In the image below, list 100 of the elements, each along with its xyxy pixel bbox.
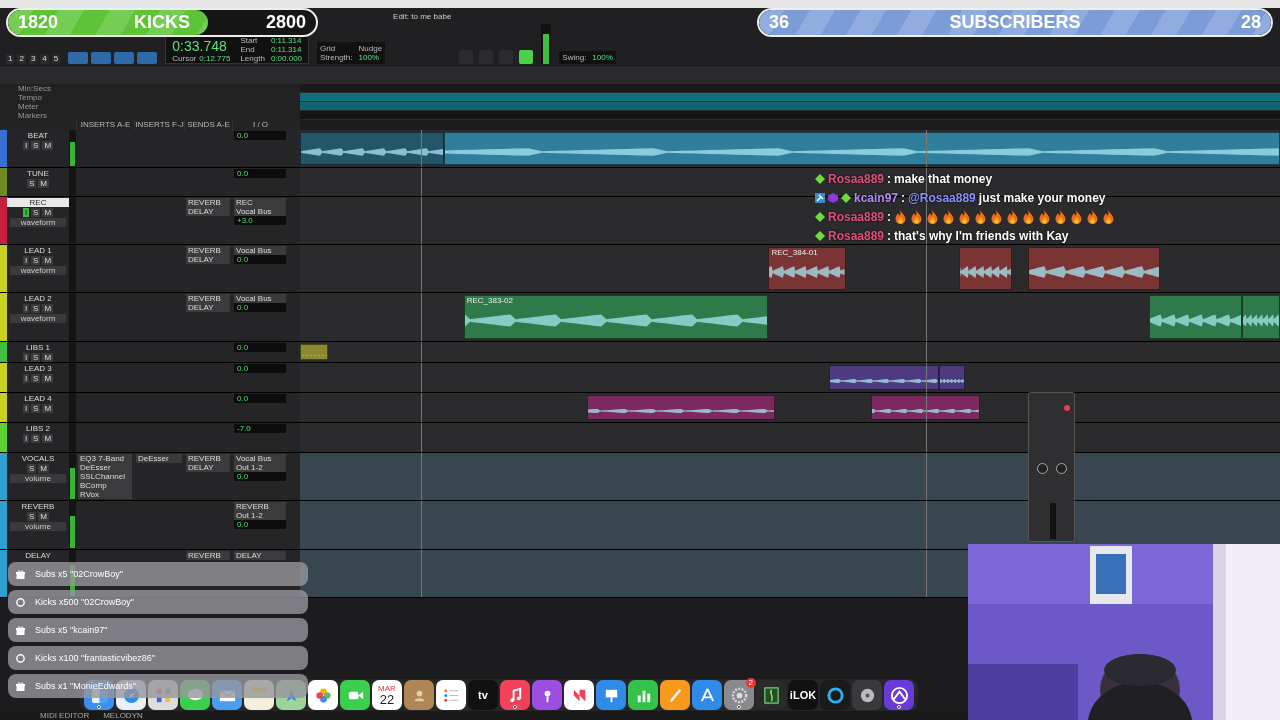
send-slot[interactable]: REVERB (186, 294, 230, 303)
track-toggle-button[interactable]: S (27, 512, 37, 521)
audio-clip[interactable] (938, 365, 966, 390)
audio-clip[interactable] (300, 132, 445, 165)
view-dropdown[interactable]: volume (10, 522, 66, 531)
track-toggle-button[interactable]: S (31, 304, 41, 313)
ilok-app-icon[interactable]: iLOK (788, 680, 818, 710)
audio-clip[interactable]: REC_383-02 (463, 295, 769, 339)
track-toggle-button[interactable]: S (31, 141, 41, 150)
track-toggle-button[interactable]: M (42, 141, 54, 150)
chat-username[interactable]: Rosaa889 (828, 172, 885, 186)
send-slot[interactable]: REVERB (186, 246, 230, 255)
send-slot[interactable]: DELAY (186, 303, 230, 312)
io-selector[interactable]: REVERB (234, 502, 286, 511)
ring-icon[interactable] (820, 680, 850, 710)
track-toggle-button[interactable]: M (38, 179, 49, 188)
edit-tool-icon[interactable] (68, 52, 89, 64)
track-toggle-button[interactable]: S (31, 353, 41, 362)
track-toggle-button[interactable]: S (31, 374, 41, 383)
insert-slot[interactable]: DeEsser (136, 454, 182, 463)
track-toggle-button[interactable]: I (22, 256, 30, 265)
track-toggle-button[interactable]: M (42, 256, 54, 265)
track-header[interactable]: LEAD 1 I S M waveform REVERB DELAY Vocal Bus 0.0 (0, 245, 300, 292)
music-note-icon[interactable] (500, 680, 530, 710)
video-camera-icon[interactable] (340, 680, 370, 710)
track-header[interactable]: LEAD 3 I S M 0.0 (0, 363, 300, 392)
send-slot[interactable]: REVERB (186, 551, 230, 560)
track-toggle-button[interactable]: S (27, 179, 37, 188)
io-selector[interactable]: Out 1-2 (234, 511, 286, 520)
track-header[interactable]: TUNE S M 0.0 (0, 168, 300, 196)
send-slot[interactable]: DELAY (186, 463, 230, 472)
track-header[interactable]: LEAD 4 I S M 0.0 (0, 393, 300, 422)
send-slot[interactable]: DELAY (186, 255, 230, 264)
track-header[interactable]: VOCALS S M volume EQ3 7-Band DeEsser SSLChannel BComp RVox DeEsser REVERB DELAY Vocal Bus Out 1-2 0.0 (0, 453, 300, 500)
io-selector[interactable]: Vocal Bus (234, 246, 286, 255)
track-header[interactable]: REVERB S M volume REVERB Out 1-2 0.0 (0, 501, 300, 549)
zoom-preset-button[interactable]: 3 (28, 54, 38, 64)
audio-clip[interactable] (1241, 295, 1280, 339)
track-toggle-button[interactable]: S (31, 404, 41, 413)
track-toggle-button[interactable]: I (22, 404, 30, 413)
track-toggle-button[interactable]: I (22, 353, 30, 362)
view-dropdown[interactable]: waveform (10, 266, 66, 275)
track-toggle-button[interactable]: I (22, 304, 30, 313)
audio-clip[interactable]: REC_384-01 (768, 247, 846, 290)
io-selector[interactable]: REC (234, 198, 286, 207)
chat-username[interactable]: kcain97 (854, 191, 899, 205)
audio-clip[interactable] (1028, 247, 1161, 290)
bottom-tab[interactable]: MELODYN (103, 711, 143, 720)
insert-slot[interactable]: DeEsser (78, 463, 132, 472)
track-toggle-button[interactable]: M (38, 464, 49, 473)
track-toggle-button[interactable]: M (42, 353, 54, 362)
bottom-tab[interactable]: MIDI EDITOR (40, 711, 90, 720)
view-dropdown[interactable]: waveform (10, 218, 66, 227)
insert-slot[interactable]: SSLChannel (78, 472, 132, 481)
track-toggle-button[interactable]: S (31, 208, 41, 217)
track-header[interactable]: LEAD 2 I S M waveform REVERB DELAY Vocal Bus 0.0 (0, 293, 300, 341)
io-selector[interactable]: Out 1-2 (234, 463, 286, 472)
edit-tool-icon[interactable] (114, 52, 135, 64)
audio-clip[interactable] (300, 344, 329, 360)
podium-icon[interactable] (596, 680, 626, 710)
zoom-preset-button[interactable]: 1 (6, 54, 15, 64)
play-button[interactable] (519, 50, 534, 64)
knob-icon[interactable] (1056, 463, 1067, 474)
io-selector[interactable]: Vocal Bus (234, 207, 286, 216)
insert-slot[interactable]: BComp (78, 481, 132, 490)
track-header[interactable]: LIBS 1 I S M 0.0 (0, 342, 300, 362)
pencil-icon[interactable] (660, 680, 690, 710)
view-dropdown[interactable]: volume (10, 474, 66, 483)
track-name[interactable]: DELAY (21, 551, 55, 560)
insert-slot[interactable]: EQ3 7-Band (78, 454, 132, 463)
track-toggle-button[interactable]: S (27, 464, 37, 473)
io-selector[interactable]: DELAY (234, 551, 286, 560)
io-selector[interactable]: Vocal Bus (234, 454, 286, 463)
chat-mention[interactable]: @Rosaa889 (908, 191, 976, 205)
close-icon[interactable] (1064, 405, 1070, 411)
zoom-preset-button[interactable]: 5 (51, 54, 61, 64)
track-name[interactable]: LEAD 3 (20, 364, 56, 373)
chat-username[interactable]: Rosaa889 (828, 210, 885, 224)
podcast-icon[interactable] (532, 680, 562, 710)
track-toggle-button[interactable]: M (42, 404, 54, 413)
track-toggle-button[interactable]: I (22, 434, 30, 443)
send-slot[interactable]: REVERB (186, 198, 230, 207)
track-name[interactable]: VOCALS (17, 454, 59, 463)
track-toggle-button[interactable]: M (42, 434, 54, 443)
track-name[interactable]: BEAT (23, 131, 53, 140)
chat-username[interactable]: Rosaa889 (828, 229, 885, 243)
news-icon[interactable] (564, 680, 594, 710)
track-name[interactable]: REC (7, 198, 69, 207)
track-name[interactable]: LEAD 1 (20, 246, 56, 255)
track-toggle-button[interactable]: S (31, 434, 41, 443)
view-dropdown[interactable]: waveform (10, 314, 66, 323)
track-toggle-button[interactable]: I (22, 141, 30, 150)
track-header[interactable]: BEAT I S M 0.0 (0, 130, 300, 167)
app-store-icon[interactable] (692, 680, 722, 710)
audio-clip[interactable] (958, 247, 1013, 290)
track-toggle-button[interactable]: M (42, 208, 54, 217)
edit-tool-icon[interactable] (91, 52, 112, 64)
io-selector[interactable]: Vocal Bus (234, 294, 286, 303)
zoom-preset-button[interactable]: 4 (40, 54, 49, 64)
edit-tool-icon[interactable] (137, 52, 158, 64)
